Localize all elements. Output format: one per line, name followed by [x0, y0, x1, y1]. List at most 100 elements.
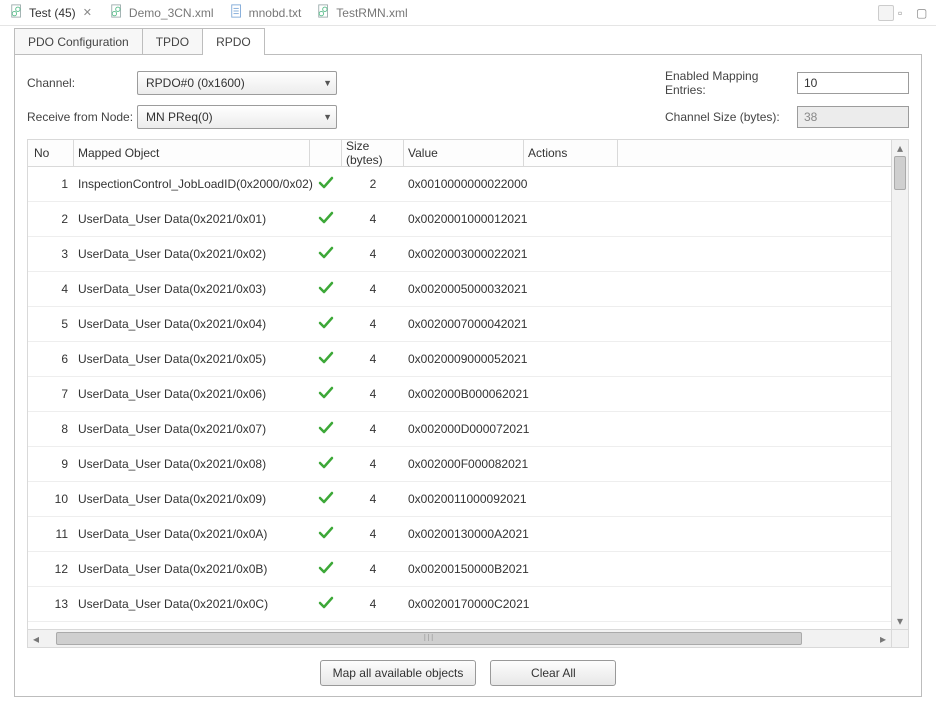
col-mapped-object[interactable]: Mapped Object [74, 140, 310, 166]
table-row[interactable]: 11UserData_User Data(0x2021/0x0A)40x0020… [28, 517, 908, 552]
cell-value: 0x0020003000022021 [404, 247, 524, 261]
cell-check [310, 420, 342, 439]
hscroll-thumb[interactable]: III [56, 632, 802, 645]
cell-no: 12 [28, 562, 74, 576]
toolbar-icon[interactable] [878, 5, 894, 21]
table-row[interactable]: 5UserData_User Data(0x2021/0x04)40x00200… [28, 307, 908, 342]
cell-check [310, 525, 342, 544]
table-row[interactable]: 2UserData_User Data(0x2021/0x01)40x00200… [28, 202, 908, 237]
cell-mapped-object: UserData_User Data(0x2021/0x0A) [74, 527, 310, 541]
col-actions[interactable]: Actions [524, 140, 618, 166]
editor-tab[interactable]: mnobd.txt [222, 0, 310, 25]
receive-from-select[interactable]: MN PReq(0) ▼ [137, 105, 337, 129]
cell-mapped-object: UserData_User Data(0x2021/0x0B) [74, 562, 310, 576]
scroll-down-icon[interactable]: ▾ [892, 613, 908, 629]
cell-no: 11 [28, 527, 74, 541]
table-row[interactable]: 9UserData_User Data(0x2021/0x08) 40x00200… [28, 447, 908, 482]
cell-value: 0x002000F000082021 [404, 457, 524, 471]
vertical-scrollbar[interactable]: ▴ ▾ [891, 140, 908, 629]
cell-no: 8 [28, 422, 74, 436]
table-row[interactable]: 12UserData_User Data(0x2021/0x0B) 40x0020… [28, 552, 908, 587]
chevron-down-icon: ▼ [323, 78, 332, 88]
cell-no: 4 [28, 282, 74, 296]
col-spacer [618, 140, 908, 166]
editor-tab-label: Test (45) [29, 6, 76, 20]
window-controls: ▫ ▢ [878, 5, 936, 21]
cell-mapped-object: UserData_User Data(0x2021/0x03) [74, 282, 310, 296]
scroll-right-icon[interactable]: ▸ [875, 632, 891, 646]
cell-size: 4 [342, 597, 404, 611]
editor-tab[interactable]: Demo_3CN.xml [102, 0, 222, 25]
channel-select[interactable]: RPDO#0 (0x1600) ▼ [137, 71, 337, 95]
editor-tab[interactable]: Test (45) ✕ [2, 0, 102, 25]
col-check [310, 140, 342, 166]
rpdo-panel: Channel: RPDO#0 (0x1600) ▼ Enabled Mappi… [14, 54, 922, 697]
cell-value: 0x0020009000052021 [404, 352, 524, 366]
mapping-table: No Mapped Object Size (bytes) Value Acti… [27, 139, 909, 648]
cell-mapped-object: UserData_User Data(0x2021/0x07) [74, 422, 310, 436]
text-file-icon [230, 4, 244, 21]
cell-no: 9 [28, 457, 74, 471]
cell-value: 0x0010000000022000 [404, 177, 524, 191]
scroll-left-icon[interactable]: ◂ [28, 632, 44, 646]
cell-mapped-object: UserData_User Data(0x2021/0x04) [74, 317, 310, 331]
cell-value: 0x00200150000B2021 [404, 562, 524, 576]
table-row[interactable]: 4UserData_User Data(0x2021/0x03)40x00200… [28, 272, 908, 307]
cell-size: 4 [342, 212, 404, 226]
scroll-up-icon[interactable]: ▴ [892, 140, 908, 156]
clear-all-button[interactable]: Clear All [490, 660, 616, 686]
cell-size: 4 [342, 422, 404, 436]
checkmark-icon [318, 385, 334, 404]
table-row[interactable]: 7UserData_User Data(0x2021/0x06)40x00200… [28, 377, 908, 412]
channel-value: RPDO#0 (0x1600) [146, 76, 245, 90]
table-row[interactable]: 10UserData_User Data(0x2021/0x09)40x0020… [28, 482, 908, 517]
tab-rpdo[interactable]: RPDO [202, 28, 265, 55]
enabled-entries-input[interactable] [797, 72, 909, 94]
cell-size: 4 [342, 457, 404, 471]
checkmark-icon [318, 420, 334, 439]
maximize-icon[interactable]: ▢ [916, 6, 930, 20]
channel-label: Channel: [27, 76, 137, 90]
cell-value: 0x00200170000C2021 [404, 597, 524, 611]
col-no[interactable]: No [28, 140, 74, 166]
table-row[interactable]: 1InspectionControl_JobLoadID(0x2000/0x02… [28, 167, 908, 202]
cell-mapped-object: UserData_User Data(0x2021/0x0C) [74, 597, 310, 611]
checkmark-icon [318, 490, 334, 509]
editor-tab[interactable]: TestRMN.xml [309, 0, 415, 25]
close-icon[interactable]: ✕ [81, 6, 94, 19]
cell-check [310, 595, 342, 614]
editor-tab-label: Demo_3CN.xml [129, 6, 214, 20]
map-all-button[interactable]: Map all available objects [320, 660, 477, 686]
cell-size: 4 [342, 387, 404, 401]
col-value[interactable]: Value [404, 140, 524, 166]
cell-size: 4 [342, 247, 404, 261]
tab-pdo-configuration[interactable]: PDO Configuration [14, 28, 143, 55]
cell-value: 0x00200130000A2021 [404, 527, 524, 541]
cell-mapped-object: UserData_User Data(0x2021/0x08) [74, 457, 310, 471]
table-row[interactable]: 13UserData_User Data(0x2021/0x0C) 40x0020… [28, 587, 908, 622]
tab-tpdo[interactable]: TPDO [142, 28, 203, 55]
scroll-thumb[interactable] [894, 156, 906, 190]
cell-size: 4 [342, 492, 404, 506]
channel-size-label: Channel Size (bytes): [665, 110, 797, 124]
channel-size-input [797, 106, 909, 128]
checkmark-icon [318, 595, 334, 614]
cell-no: 13 [28, 597, 74, 611]
col-size[interactable]: Size (bytes) [342, 140, 404, 166]
table-body: 1InspectionControl_JobLoadID(0x2000/0x02… [28, 167, 908, 647]
editor-tab-label: TestRMN.xml [336, 6, 407, 20]
cell-size: 4 [342, 562, 404, 576]
horizontal-scrollbar[interactable]: ◂ III ▸ [28, 629, 891, 647]
table-row[interactable]: 8UserData_User Data(0x2021/0x07)40x00200… [28, 412, 908, 447]
enabled-entries-label: Enabled Mapping Entries: [665, 69, 797, 97]
scrollbar-corner [891, 629, 908, 647]
cell-mapped-object: UserData_User Data(0x2021/0x02) [74, 247, 310, 261]
cell-no: 3 [28, 247, 74, 261]
checkmark-icon [318, 315, 334, 334]
cell-check [310, 245, 342, 264]
checkmark-icon [318, 210, 334, 229]
table-row[interactable]: 6UserData_User Data(0x2021/0x05)40x00200… [28, 342, 908, 377]
cell-no: 2 [28, 212, 74, 226]
table-row[interactable]: 3UserData_User Data(0x2021/0x02) 40x00200… [28, 237, 908, 272]
minimize-icon[interactable]: ▫ [898, 6, 912, 20]
